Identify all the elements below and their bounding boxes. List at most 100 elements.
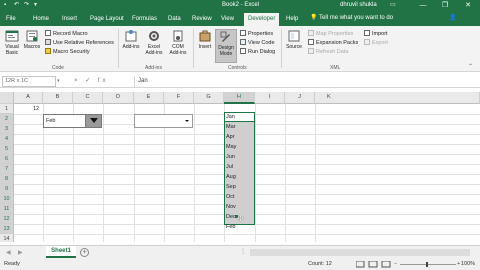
horizontal-scrollbar[interactable] xyxy=(250,249,470,256)
row-header[interactable]: 11 xyxy=(0,204,14,214)
row-header[interactable]: 12 xyxy=(0,214,14,224)
row-header[interactable]: 7 xyxy=(0,164,14,174)
column-header[interactable]: B xyxy=(43,92,73,104)
column-header[interactable]: F xyxy=(164,92,194,104)
macro-security-button[interactable]: Macro Security xyxy=(45,48,90,56)
status-count: Count: 12 xyxy=(308,261,332,267)
row-header[interactable]: 8 xyxy=(0,174,14,184)
close-button[interactable]: ✕ xyxy=(463,1,473,10)
next-sheet-icon[interactable]: ▶ xyxy=(18,249,23,256)
excel-add-ins-button[interactable]: Excel Add-ins xyxy=(143,29,165,56)
column-header[interactable]: K xyxy=(315,92,480,104)
tab-formulas[interactable]: Formulas xyxy=(132,14,157,26)
macros-button[interactable]: Macros xyxy=(23,29,41,50)
minimize-button[interactable]: — xyxy=(418,1,428,10)
list-item[interactable]: May xyxy=(226,142,236,152)
select-all-corner[interactable] xyxy=(0,92,14,104)
list-item[interactable]: Sep xyxy=(226,182,236,192)
properties-button[interactable]: Properties xyxy=(240,30,273,38)
row-header[interactable]: 5 xyxy=(0,144,14,154)
tab-help[interactable]: Help xyxy=(286,14,298,26)
column-header[interactable]: A xyxy=(14,92,43,104)
user-name[interactable]: dhruvil shukla xyxy=(340,2,377,9)
quick-access-dropdown-icon[interactable]: ▾ xyxy=(34,2,37,9)
row-header[interactable]: 4 xyxy=(0,134,14,144)
row-header[interactable]: 9 xyxy=(0,184,14,194)
name-box-dropdown-icon[interactable]: ▾ xyxy=(57,78,60,84)
share-button[interactable]: 👤 xyxy=(449,14,456,23)
formula-bar-buttons[interactable]: × ✓ fx xyxy=(74,77,109,84)
view-buttons[interactable] xyxy=(355,260,392,270)
refresh-data-button[interactable]: Refresh Data xyxy=(308,48,348,56)
prev-sheet-icon[interactable]: ◀ xyxy=(6,249,11,256)
column-header[interactable]: G xyxy=(194,92,224,104)
dropdown-button[interactable] xyxy=(183,116,191,126)
row-header[interactable]: 3 xyxy=(0,124,14,134)
column-header[interactable]: D xyxy=(103,92,134,104)
tab-data[interactable]: Data xyxy=(168,14,181,26)
zoom-slider[interactable] xyxy=(400,264,456,265)
maximize-button[interactable]: ❐ xyxy=(440,1,450,10)
run-dialog-button[interactable]: Run Dialog xyxy=(240,48,275,56)
tab-file[interactable]: File xyxy=(6,14,16,26)
list-item[interactable]: Jan xyxy=(226,112,235,122)
list-item[interactable]: Apr xyxy=(226,132,235,142)
formula-input[interactable]: Jan xyxy=(134,76,478,87)
tab-home[interactable]: Home xyxy=(33,14,49,26)
column-header[interactable]: C xyxy=(73,92,103,104)
zoom-in-icon[interactable]: + xyxy=(457,259,460,270)
tab-split-icon[interactable]: ⋮ xyxy=(240,248,246,255)
collapse-ribbon-icon[interactable]: ⌃ xyxy=(468,63,473,70)
visual-basic-button[interactable]: Visual Basic xyxy=(3,29,21,56)
column-header-selected[interactable]: H xyxy=(224,92,255,104)
row-header[interactable]: 6 xyxy=(0,154,14,164)
save-icon[interactable]: ▪ xyxy=(4,2,6,9)
design-mode-button[interactable]: Design Mode xyxy=(215,29,237,63)
list-item[interactable]: Oct xyxy=(226,192,235,202)
column-header[interactable]: I xyxy=(255,92,285,104)
add-sheet-button[interactable]: + xyxy=(80,248,89,257)
list-item[interactable]: Feb xyxy=(226,222,235,232)
expansion-packs-button[interactable]: Expansion Packs xyxy=(308,39,358,47)
tab-developer[interactable]: Developer xyxy=(244,13,280,26)
row-header[interactable]: 2 xyxy=(0,114,14,124)
tab-insert[interactable]: Insert xyxy=(62,14,77,26)
xml-source-button[interactable]: Source xyxy=(284,29,304,50)
com-add-ins-button[interactable]: COM Add-ins xyxy=(167,29,189,56)
row-header[interactable]: 13 xyxy=(0,224,14,234)
map-properties-button[interactable]: Map Properties xyxy=(308,30,353,38)
ribbon-display-icon[interactable]: ▭ xyxy=(390,2,396,9)
redo-icon[interactable]: ↷ xyxy=(24,2,29,9)
column-header[interactable]: J xyxy=(285,92,315,104)
combo-box-dropdown-button[interactable] xyxy=(85,115,101,127)
undo-icon[interactable]: ↶ xyxy=(14,2,19,9)
view-code-button[interactable]: View Code xyxy=(240,39,275,47)
dropdown-control[interactable] xyxy=(134,114,193,128)
zoom-level[interactable]: 100% xyxy=(461,259,475,270)
tab-page-layout[interactable]: Page Layout xyxy=(90,14,124,26)
combo-box-control[interactable]: Feb xyxy=(43,114,102,128)
row-header[interactable]: 1 xyxy=(0,104,14,114)
tab-review[interactable]: Review xyxy=(192,14,212,26)
list-item[interactable]: Nov xyxy=(226,202,236,212)
cell-a1-value[interactable]: 12 xyxy=(33,104,39,114)
sheet-tab-sheet1[interactable]: Sheet1 xyxy=(46,246,76,258)
add-ins-button[interactable]: Add-ins xyxy=(121,29,141,50)
list-item[interactable]: Jul xyxy=(226,162,233,172)
use-relative-references-button[interactable]: Use Relative References xyxy=(45,39,114,47)
record-macro-button[interactable]: Record Macro xyxy=(45,30,88,38)
tell-me-search[interactable]: 💡 Tell me what you want to do xyxy=(310,14,393,23)
list-item[interactable]: Mar xyxy=(226,122,235,132)
row-header[interactable]: 10 xyxy=(0,194,14,204)
list-item[interactable]: Jun xyxy=(226,152,235,162)
import-button[interactable]: Import xyxy=(364,30,388,38)
zoom-out-icon[interactable]: − xyxy=(394,259,397,270)
export-button[interactable]: Export xyxy=(364,39,388,47)
row-header[interactable]: 14 xyxy=(0,234,14,242)
column-header[interactable]: E xyxy=(134,92,164,104)
name-box[interactable]: 12R x 1C xyxy=(2,76,56,87)
tab-view[interactable]: View xyxy=(221,14,234,26)
insert-control-button[interactable]: Insert xyxy=(196,29,214,50)
list-item[interactable]: Aug xyxy=(226,172,236,182)
zoom-slider-thumb[interactable] xyxy=(426,262,428,267)
